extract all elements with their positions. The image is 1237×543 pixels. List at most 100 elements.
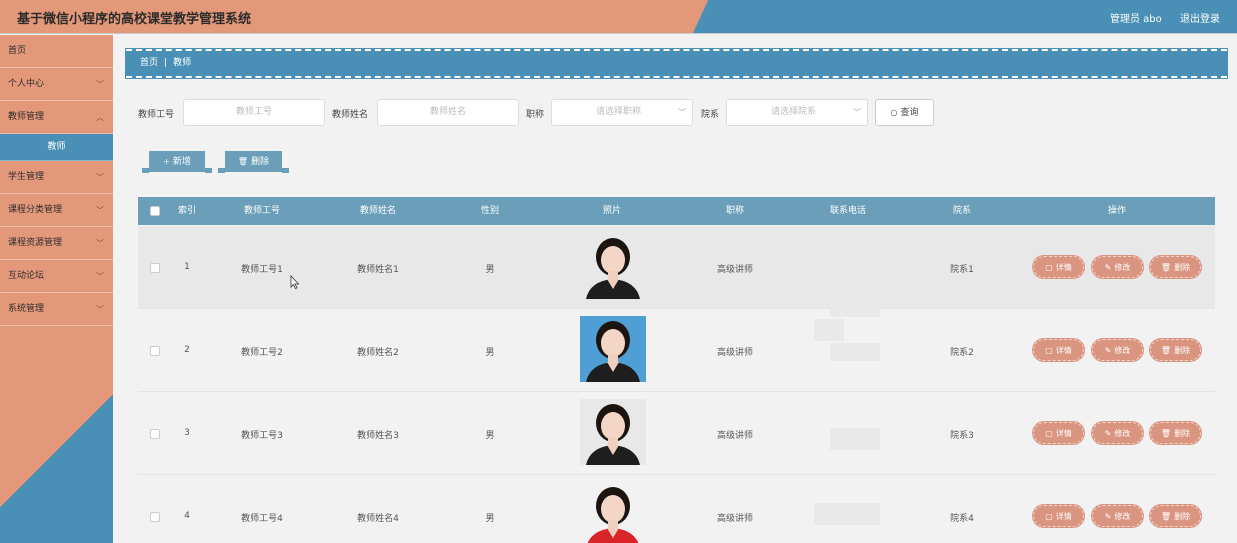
row-checkbox[interactable] <box>150 512 160 522</box>
row-checkbox[interactable] <box>150 429 160 439</box>
detail-button[interactable]: ▢ 详情 <box>1033 505 1084 527</box>
sidebar-item-forum[interactable]: 互动论坛 ﹀ <box>0 260 113 293</box>
query-button-label: 查询 <box>900 108 919 118</box>
teacher-photo[interactable] <box>580 482 646 543</box>
blurred-phone <box>814 319 844 341</box>
detail-button[interactable]: ▢ 详情 <box>1033 422 1084 444</box>
breadcrumb: 首页 | 教师 <box>125 48 1228 79</box>
edit-button[interactable]: ✎ 修改 <box>1092 422 1143 444</box>
breadcrumb-separator: | <box>164 58 168 68</box>
teacher-photo[interactable] <box>580 233 646 299</box>
teacher-no-label: 教师工号 <box>138 110 175 120</box>
cell-teacher-name: 教师姓名4 <box>357 514 399 524</box>
sidebar-item-label: 系统管理 <box>8 304 45 314</box>
sidebar-item-course-resource[interactable]: 课程资源管理 ﹀ <box>0 227 113 260</box>
query-button[interactable]: ○ 查询 <box>875 99 934 126</box>
row-checkbox[interactable] <box>150 346 160 356</box>
edit-button[interactable]: ✎ 修改 <box>1092 505 1143 527</box>
sidebar-item-profile[interactable]: 个人中心 ﹀ <box>0 68 113 101</box>
plus-icon: + <box>163 157 170 166</box>
cell-teacher-no: 教师工号4 <box>241 514 283 524</box>
sidebar-subitem-teacher[interactable]: 教师 <box>0 134 113 161</box>
trash-icon: 🗑 <box>237 157 249 166</box>
select-all-checkbox[interactable] <box>150 206 160 216</box>
teacher-name-input[interactable]: 教师姓名 <box>377 99 519 126</box>
sidebar-item-home[interactable]: 首页 <box>0 35 113 68</box>
breadcrumb-home[interactable]: 首页 <box>140 58 158 68</box>
batch-delete-label: 删除 <box>251 157 270 167</box>
detail-button-label: 详情 <box>1055 263 1072 272</box>
cell-gender: 男 <box>485 265 495 275</box>
column-header: 教师工号 <box>243 206 281 216</box>
title-label: 职称 <box>526 110 545 120</box>
blurred-phone <box>830 503 880 525</box>
edit-button-label: 修改 <box>1114 263 1131 272</box>
sidebar-item-label: 教师管理 <box>8 112 45 122</box>
portrait-image <box>586 404 640 465</box>
detail-button[interactable]: ▢ 详情 <box>1033 339 1084 361</box>
cell-gender: 男 <box>485 514 495 524</box>
edit-button[interactable]: ✎ 修改 <box>1092 339 1143 361</box>
cell-dept: 院系2 <box>950 348 974 358</box>
add-button[interactable]: + 新增 <box>142 151 212 173</box>
document-icon: ▢ <box>1045 429 1053 438</box>
edit-button[interactable]: ✎ 修改 <box>1092 256 1143 278</box>
teacher-name-label: 教师姓名 <box>332 110 369 120</box>
cell-teacher-name: 教师姓名1 <box>357 265 399 275</box>
detail-button-label: 详情 <box>1055 346 1072 355</box>
sidebar-item-system[interactable]: 系统管理 ﹀ <box>0 293 113 326</box>
sidebar-item-student-mgmt[interactable]: 学生管理 ﹀ <box>0 161 113 194</box>
delete-button[interactable]: 🗑 删除 <box>1150 505 1201 527</box>
dept-select[interactable]: 请选择院系 ﹀ <box>726 99 868 126</box>
top-header: 基于微信小程序的高校课堂教学管理系统 管理员 abo 退出登录 <box>0 0 1237 34</box>
teacher-no-input[interactable]: 教师工号 <box>183 99 325 126</box>
breadcrumb-current: 教师 <box>173 58 192 68</box>
column-header: 照片 <box>602 206 622 216</box>
portrait-image <box>587 487 639 543</box>
delete-button-label: 删除 <box>1174 429 1191 438</box>
row-checkbox[interactable] <box>150 263 160 273</box>
chevron-down-icon: ﹀ <box>96 206 104 215</box>
cell-title: 高级讲师 <box>716 265 754 275</box>
document-icon: ▢ <box>1045 263 1053 272</box>
chevron-down-icon: ﹀ <box>853 108 861 117</box>
teacher-photo[interactable] <box>580 399 646 465</box>
delete-button[interactable]: 🗑 删除 <box>1150 422 1201 444</box>
sidebar-item-teacher-mgmt[interactable]: 教师管理 ︿ <box>0 101 113 134</box>
delete-button-label: 删除 <box>1174 263 1191 272</box>
delete-button[interactable]: 🗑 删除 <box>1150 339 1201 361</box>
detail-button[interactable]: ▢ 详情 <box>1033 256 1084 278</box>
cell-gender: 男 <box>485 431 495 441</box>
column-header: 索引 <box>177 206 197 216</box>
chevron-down-icon: ﹀ <box>96 272 104 281</box>
cell-index: 3 <box>184 428 190 438</box>
chevron-up-icon: ︿ <box>96 113 104 122</box>
add-button-label: 新增 <box>172 157 191 167</box>
blurred-phone <box>830 343 880 361</box>
document-icon: ▢ <box>1045 512 1053 521</box>
title-select[interactable]: 请选择职称 ﹀ <box>551 99 693 126</box>
current-user[interactable]: 管理员 abo <box>1110 10 1162 25</box>
sidebar-item-label: 首页 <box>8 46 27 56</box>
sidebar-item-label: 学生管理 <box>8 172 45 182</box>
table-row[interactable]: 1 教师工号1 教师姓名1 男 高级讲师 院系1 ▢ 详情 ✎ 修改 🗑 删除 <box>138 226 1215 309</box>
cell-dept: 院系4 <box>950 514 974 524</box>
cell-title: 高级讲师 <box>716 431 754 441</box>
cell-title: 高级讲师 <box>716 514 754 524</box>
sidebar: 首页 个人中心 ﹀ 教师管理 ︿ 教师 学生管理 ﹀ 课程分类管理 ﹀ 课程资源管理 ﹀ … <box>0 35 113 543</box>
table-row[interactable]: 2 教师工号2 教师姓名2 男 高级讲师 院系2 ▢ 详情 ✎ 修改 🗑 删除 <box>138 299 1215 392</box>
table-row[interactable]: 4 教师工号4 教师姓名4 男 高级讲师 院系4 ▢ 详情 ✎ 修改 🗑 删除 <box>138 475 1215 543</box>
blurred-phone <box>830 299 880 317</box>
teacher-photo[interactable] <box>580 316 646 382</box>
chevron-down-icon: ﹀ <box>96 305 104 314</box>
cell-index: 1 <box>184 262 190 272</box>
delete-button-label: 删除 <box>1174 512 1191 521</box>
logout-link[interactable]: 退出登录 <box>1180 10 1220 25</box>
batch-delete-button[interactable]: 🗑 删除 <box>218 151 289 173</box>
title-select-placeholder: 请选择职称 <box>596 107 642 117</box>
sidebar-item-label: 互动论坛 <box>8 271 45 281</box>
delete-button[interactable]: 🗑 删除 <box>1150 256 1201 278</box>
portrait-image <box>586 238 640 299</box>
sidebar-item-course-category[interactable]: 课程分类管理 ﹀ <box>0 194 113 227</box>
table-row[interactable]: 3 教师工号3 教师姓名3 男 高级讲师 院系3 ▢ 详情 ✎ 修改 🗑 删除 <box>138 392 1215 475</box>
